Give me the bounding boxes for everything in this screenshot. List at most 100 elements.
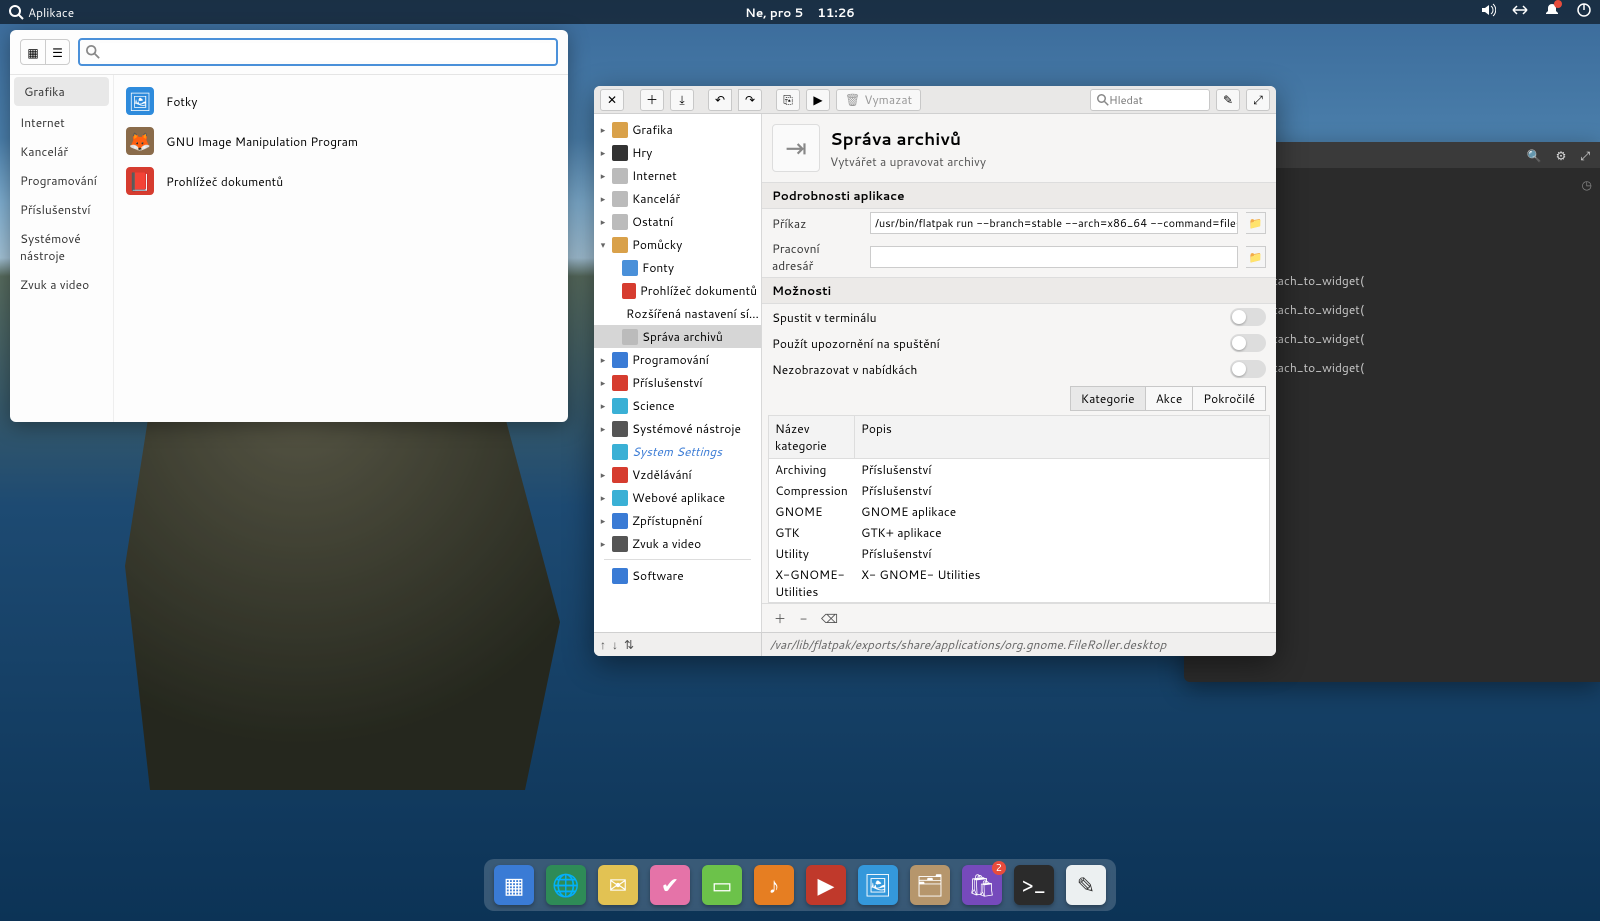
volume-icon[interactable]: [1480, 2, 1496, 22]
category-item[interactable]: Programování: [10, 166, 113, 195]
power-icon[interactable]: [1576, 2, 1592, 22]
tree-node[interactable]: ▸ Příslušenství: [594, 371, 761, 394]
table-row[interactable]: GNOMEGNOME aplikace: [769, 501, 1269, 522]
close-button[interactable]: ✕: [600, 89, 624, 111]
tree-node[interactable]: ▸ Zvuk a video: [594, 532, 761, 555]
dock-calendar[interactable]: ▭: [702, 865, 742, 905]
properties-button[interactable]: ✎: [1216, 89, 1240, 111]
cat-header-desc[interactable]: Popis: [855, 416, 1269, 458]
category-item[interactable]: Systémové nástroje: [10, 224, 113, 270]
app-item[interactable]: 🦊 GNU Image Manipulation Program: [118, 121, 564, 161]
cat-add-button[interactable]: ＋: [770, 608, 790, 629]
option-switch[interactable]: [1230, 360, 1266, 378]
cat-clear-button[interactable]: ⌫: [817, 608, 842, 629]
tab-categories[interactable]: Kategorie: [1070, 386, 1146, 411]
tree-node[interactable]: ▸ Systémové nástroje: [594, 417, 761, 440]
app-title: Správa archivů: [830, 127, 986, 151]
app-item[interactable]: 🖼 Fotky: [118, 81, 564, 121]
tree-node[interactable]: ▸ Grafika: [594, 118, 761, 141]
category-item[interactable]: Internet: [10, 108, 113, 137]
table-row[interactable]: CompressionPříslušenství: [769, 480, 1269, 501]
dock-launcher[interactable]: ▦: [494, 865, 534, 905]
cat-desc: Příslušenství: [861, 545, 1263, 562]
category-item[interactable]: Kancelář: [10, 137, 113, 166]
tree-node[interactable]: ▸ Vzdělávání: [594, 463, 761, 486]
table-row[interactable]: ArchivingPříslušenství: [769, 459, 1269, 480]
app-item[interactable]: 📕 Prohlížeč dokumentů: [118, 161, 564, 201]
tree-label: Zvuk a video: [632, 535, 701, 552]
cat-header-name[interactable]: Název kategorie: [769, 416, 855, 458]
save-button[interactable]: ⤓: [670, 89, 694, 111]
app-search-box[interactable]: [78, 38, 558, 66]
term-search-button[interactable]: 🔍: [1527, 147, 1542, 164]
network-icon[interactable]: [1512, 2, 1528, 22]
command-browse-button[interactable]: 📁: [1246, 212, 1266, 234]
tree-node[interactable]: Rozšířená nastavení sí…: [594, 302, 761, 325]
tree-sort-button[interactable]: ⇅: [624, 636, 634, 653]
dock-software[interactable]: 🛍: [962, 865, 1002, 905]
clear-button[interactable]: 🗑 Vymazat: [836, 89, 921, 111]
table-row[interactable]: UtilityPříslušenství: [769, 543, 1269, 564]
topbar-date[interactable]: Ne, pro 5: [745, 4, 803, 21]
run-button[interactable]: ▶: [806, 89, 830, 111]
term-settings-button[interactable]: ⚙: [1556, 147, 1567, 164]
tree-up-button[interactable]: ↑: [600, 636, 606, 653]
dock-terminal[interactable]: >_: [1014, 865, 1054, 905]
fullscreen-button[interactable]: ⤢: [1246, 89, 1270, 111]
tree-icon: [612, 352, 628, 368]
tree-node[interactable]: ▾ Pomůcky: [594, 233, 761, 256]
category-item[interactable]: Příslušenství: [10, 195, 113, 224]
tree-node[interactable]: ▸ Science: [594, 394, 761, 417]
option-switch[interactable]: [1230, 308, 1266, 326]
dock-notes[interactable]: ✔: [650, 865, 690, 905]
dock-files[interactable]: 🗂: [910, 865, 950, 905]
tree-node[interactable]: Software: [594, 564, 761, 587]
applications-menu-button[interactable]: Aplikace: [8, 4, 74, 21]
dock-photos[interactable]: 🖼: [858, 865, 898, 905]
list-view-button[interactable]: ☰: [45, 40, 69, 64]
tree-node[interactable]: Fonty: [594, 256, 761, 279]
tab-advanced[interactable]: Pokročilé: [1192, 386, 1266, 411]
workdir-browse-button[interactable]: 📁: [1246, 246, 1266, 268]
tree-down-button[interactable]: ↓: [612, 636, 618, 653]
tree-node[interactable]: Správa archivů: [594, 325, 761, 348]
duplicate-button[interactable]: ⎘: [776, 89, 800, 111]
workdir-field[interactable]: [870, 246, 1238, 268]
cat-remove-button[interactable]: −: [796, 608, 811, 629]
tree-node[interactable]: ▸ Hry: [594, 141, 761, 164]
app-icon[interactable]: ⇥: [772, 124, 820, 172]
tree-node[interactable]: ▸ Programování: [594, 348, 761, 371]
topbar-time[interactable]: 11:26: [817, 4, 855, 21]
app-search-input[interactable]: [100, 43, 550, 61]
command-field[interactable]: /usr/bin/flatpak run --branch=stable --a…: [870, 212, 1238, 234]
dock-textedit[interactable]: ✎: [1066, 865, 1106, 905]
grid-view-button[interactable]: ▦: [21, 40, 45, 64]
tab-actions[interactable]: Akce: [1145, 386, 1194, 411]
tree-icon: [612, 536, 628, 552]
tree-node[interactable]: ▸ Zpřístupnění: [594, 509, 761, 532]
applications-popup: ▦ ☰ GrafikaInternetKancelářProgramováníP…: [10, 30, 568, 422]
term-fullscreen-button[interactable]: ⤢: [1580, 147, 1590, 164]
category-item[interactable]: Grafika: [14, 77, 109, 106]
dock-browser[interactable]: 🌐: [546, 865, 586, 905]
table-row[interactable]: X-GNOME-UtilitiesX- GNOME- Utilities: [769, 564, 1269, 602]
undo-button[interactable]: ↶: [708, 89, 732, 111]
tree-node[interactable]: Prohlížeč dokumentů: [594, 279, 761, 302]
add-button[interactable]: ＋: [640, 89, 664, 111]
tree-node[interactable]: ▸ Internet: [594, 164, 761, 187]
notifications-icon[interactable]: [1544, 2, 1560, 22]
category-item[interactable]: Zvuk a video: [10, 270, 113, 299]
dock-music[interactable]: ♪: [754, 865, 794, 905]
dock-video[interactable]: ▶: [806, 865, 846, 905]
tree-node[interactable]: ▸ Ostatní: [594, 210, 761, 233]
editor-search-box[interactable]: [1090, 89, 1210, 111]
table-row[interactable]: GTKGTK+ aplikace: [769, 522, 1269, 543]
redo-button[interactable]: ↷: [738, 89, 762, 111]
dock-mail[interactable]: ✉: [598, 865, 638, 905]
tree-node[interactable]: ▸ Webové aplikace: [594, 486, 761, 509]
tree-node[interactable]: System Settings: [594, 440, 761, 463]
editor-headerbar: ✕ ＋ ⤓ ↶ ↷ ⎘ ▶ 🗑 Vymazat ✎ ⤢: [594, 86, 1276, 114]
editor-search-input[interactable]: [1109, 92, 1189, 108]
option-switch[interactable]: [1230, 334, 1266, 352]
tree-node[interactable]: ▸ Kancelář: [594, 187, 761, 210]
